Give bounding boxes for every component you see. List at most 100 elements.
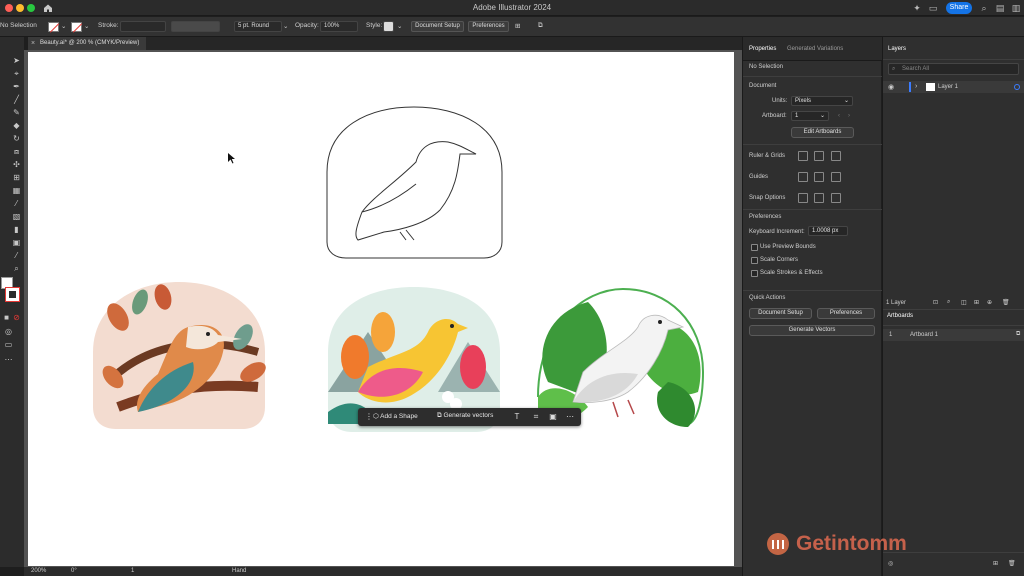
next-artboard-icon[interactable]: › (848, 113, 850, 119)
artboard-navigation-icon[interactable]: ◎ (888, 560, 893, 567)
artboard-row[interactable]: 1 Artboard 1 ⧉ (883, 329, 1024, 341)
graphic-style-swatch[interactable] (383, 21, 394, 32)
search-icon[interactable]: ⌕ (978, 2, 990, 14)
delete-artboard-icon[interactable]: 🗑 (1008, 560, 1016, 567)
eyedropper-tool-icon[interactable]: ⁄ (12, 199, 21, 208)
quick-preferences-button[interactable]: Preferences (817, 308, 875, 319)
artboard[interactable] (28, 52, 734, 566)
preferences-button[interactable]: Preferences (468, 21, 509, 32)
transparency-grid-icon[interactable] (831, 151, 841, 161)
scale-corners-checkbox[interactable] (751, 257, 758, 264)
make-clipping-mask-icon[interactable]: ◫ (961, 299, 967, 306)
add-shape-button[interactable]: ⬡ Add a Shape (373, 412, 418, 420)
comments-icon[interactable]: ▭ (927, 2, 939, 14)
chevron-down-icon[interactable]: ⌄ (397, 22, 402, 30)
eraser-tool-icon[interactable]: ◆ (12, 121, 21, 130)
variable-width-profile[interactable] (171, 21, 220, 32)
screen-mode-icon[interactable]: ▭ (4, 340, 13, 349)
perspective-grid-tool-icon[interactable]: ▦ (12, 186, 21, 195)
previous-artboard-icon[interactable]: ‹ (838, 113, 840, 119)
new-layer-icon[interactable]: ⊕ (987, 299, 992, 306)
target-icon[interactable] (1014, 84, 1020, 90)
align-icon[interactable]: ⊞ (515, 22, 520, 30)
tab-properties[interactable]: Properties (749, 46, 776, 52)
layers-search-input[interactable]: ⌕ Search All (888, 63, 1019, 75)
artwork[interactable] (28, 52, 734, 566)
use-preview-bounds-checkbox[interactable] (751, 244, 758, 251)
keyboard-increment-field[interactable]: 1.0008 px (808, 226, 848, 236)
zoom-level[interactable]: 200% (31, 568, 46, 574)
learn-icon[interactable]: ✦ (911, 2, 923, 14)
chevron-down-icon[interactable]: ⌄ (84, 22, 89, 30)
new-sublayer-icon[interactable]: ⊞ (974, 299, 979, 306)
smart-guides-icon[interactable] (831, 172, 841, 182)
rotate-tool-icon[interactable]: ↻ (12, 134, 21, 143)
share-button[interactable]: Share (946, 2, 972, 14)
edit-artboards-button[interactable]: Edit Artboards (791, 127, 854, 138)
artboard-dropdown[interactable]: 1 ⌄ (791, 111, 829, 121)
stroke-weight-field[interactable] (120, 21, 166, 32)
shape-builder-tool-icon[interactable]: ⊞ (12, 173, 21, 182)
chevron-down-icon[interactable]: ⌄ (283, 22, 288, 30)
units-dropdown[interactable]: Pixels ⌄ (791, 96, 853, 106)
zoom-tool-icon[interactable]: ⌕ (12, 264, 21, 273)
artboard-navigator[interactable]: 1 (131, 568, 134, 574)
new-artboard-icon[interactable]: ⊞ (993, 560, 998, 567)
line-tool-icon[interactable]: ╱ (12, 95, 21, 104)
guides-icon[interactable] (798, 172, 808, 182)
workspace-icon[interactable]: ▥ (1010, 2, 1022, 14)
snap-to-glyph-icon[interactable] (831, 193, 841, 203)
direct-selection-tool-icon[interactable]: ⌖ (12, 69, 21, 78)
close-icon[interactable]: × (31, 37, 35, 50)
slice-tool-icon[interactable]: ⁄ (12, 251, 21, 260)
puppet-warp-tool-icon[interactable]: ✣ (12, 160, 21, 169)
artboard-options-icon[interactable]: ⧉ (1016, 331, 1020, 338)
generate-vectors-button[interactable]: ⧉ Generate vectors (437, 412, 493, 420)
artboard-name[interactable]: Artboard 1 (910, 332, 938, 338)
stroke-swatch[interactable] (71, 22, 82, 32)
quick-document-setup-button[interactable]: Document Setup (749, 308, 812, 319)
transform-icon[interactable]: ⧉ (538, 22, 543, 30)
document-tab[interactable]: × Beauty.ai* @ 200 % (CMYK/Preview) (28, 37, 146, 50)
grid-icon[interactable] (814, 151, 824, 161)
gradient-tool-icon[interactable]: ▧ (12, 212, 21, 221)
artboard-tool-icon[interactable]: ▣ (12, 238, 21, 247)
tab-artboards[interactable]: Artboards (887, 313, 913, 319)
layer-row[interactable]: ◉ › Layer 1 (883, 81, 1024, 93)
fill-swatch[interactable] (48, 22, 59, 32)
more-options-icon[interactable]: ⋯ (565, 412, 575, 422)
rotation-value[interactable]: 0° (71, 568, 77, 574)
layer-name[interactable]: Layer 1 (938, 84, 958, 90)
locate-object-icon[interactable]: ⌕ (947, 299, 950, 306)
none-icon[interactable]: ⊘ (12, 313, 21, 322)
snap-to-point-icon[interactable] (798, 193, 808, 203)
selection-tool-icon[interactable]: ➤ (12, 56, 21, 65)
eye-icon[interactable]: ◉ (888, 83, 894, 91)
pencil-tool-icon[interactable]: ✎ (12, 108, 21, 117)
arrange-documents-icon[interactable]: ▤ (994, 2, 1006, 14)
opacity-field[interactable]: 100% (320, 21, 358, 32)
ruler-icon[interactable] (798, 151, 808, 161)
text-icon[interactable]: T (512, 412, 522, 422)
stroke-color-icon[interactable] (5, 287, 20, 302)
snap-to-pixel-icon[interactable] (814, 193, 824, 203)
crop-icon[interactable]: ⌗ (531, 412, 541, 422)
scale-strokes-checkbox[interactable] (751, 270, 758, 277)
graph-tool-icon[interactable]: ▮ (12, 225, 21, 234)
collect-export-icon[interactable]: ⊡ (933, 299, 938, 306)
tab-layers[interactable]: Layers (888, 46, 906, 52)
free-transform-tool-icon[interactable]: ⧈ (12, 147, 21, 156)
tab-generated-variations[interactable]: Generated Variations (787, 46, 843, 52)
draw-mode-icon[interactable]: ◎ (4, 327, 13, 336)
color-icon[interactable]: ■ (2, 313, 11, 322)
delete-layer-icon[interactable]: 🗑 (1002, 299, 1010, 306)
chevron-down-icon[interactable]: ⌄ (61, 22, 66, 30)
chevron-right-icon[interactable]: › (915, 83, 917, 90)
pen-tool-icon[interactable]: ✒ (12, 82, 21, 91)
lock-guides-icon[interactable] (814, 172, 824, 182)
more-tools-icon[interactable]: ⋯ (4, 355, 13, 364)
brush-definition[interactable]: 5 pt. Round (234, 21, 282, 32)
document-setup-button[interactable]: Document Setup (411, 21, 464, 32)
generate-vectors-quick-button[interactable]: Generate Vectors (749, 325, 875, 336)
image-trace-icon[interactable]: ▣ (548, 412, 558, 422)
